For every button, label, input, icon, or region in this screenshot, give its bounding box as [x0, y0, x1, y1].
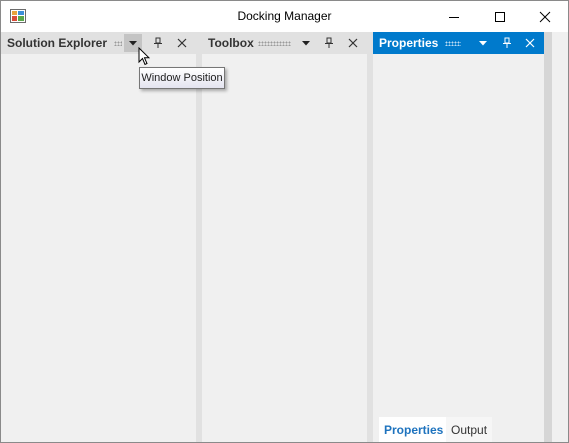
pin-button[interactable] [499, 35, 515, 51]
drag-grip[interactable] [258, 41, 291, 46]
window-position-button[interactable] [298, 35, 314, 51]
dock-area: Solution Explorer Toolbox Properties Pro… [1, 32, 568, 442]
bottom-tab-strip: Properties Output [373, 417, 544, 442]
properties-pane[interactable]: Properties Properties Output [373, 32, 544, 442]
maximize-button[interactable] [477, 1, 523, 32]
toolbox-header[interactable]: Toolbox [202, 32, 367, 54]
solution-explorer-header[interactable]: Solution Explorer [1, 32, 196, 54]
close-icon [525, 38, 535, 48]
pin-icon [503, 37, 511, 48]
docking-manager-window: Docking Manager Solution Explorer Toolbo… [0, 0, 569, 443]
pin-icon [154, 37, 162, 48]
close-button[interactable] [522, 1, 568, 32]
tooltip: Window Position [139, 67, 225, 89]
chevron-down-icon [129, 41, 137, 46]
properties-header[interactable]: Properties [373, 32, 544, 54]
toolbox-pane[interactable]: Toolbox [202, 32, 367, 442]
properties-title: Properties [379, 36, 439, 50]
mouse-cursor-icon [138, 47, 150, 66]
tab-properties[interactable]: Properties [379, 417, 449, 442]
pin-button[interactable] [321, 35, 337, 51]
close-pane-button[interactable] [345, 35, 361, 51]
toolbox-title: Toolbox [208, 36, 254, 50]
minimize-icon [449, 16, 459, 18]
title-bar[interactable]: Docking Manager [1, 1, 568, 32]
maximize-icon [495, 11, 505, 22]
close-icon [539, 11, 551, 22]
close-pane-button[interactable] [522, 35, 538, 51]
tab-output[interactable]: Output [446, 417, 493, 442]
close-pane-button[interactable] [174, 35, 190, 51]
solution-explorer-title: Solution Explorer [7, 36, 108, 50]
close-icon [177, 38, 187, 48]
close-icon [348, 38, 358, 48]
pane-splitter[interactable] [544, 32, 552, 442]
pin-button[interactable] [150, 35, 166, 51]
right-dock-edge [552, 32, 568, 442]
drag-grip[interactable] [114, 41, 122, 46]
window-position-button[interactable] [475, 35, 491, 51]
minimize-button[interactable] [431, 1, 477, 32]
solution-explorer-pane[interactable]: Solution Explorer [1, 32, 196, 442]
chevron-down-icon [479, 41, 487, 46]
drag-grip[interactable] [445, 41, 461, 46]
pin-icon [325, 37, 333, 48]
chevron-down-icon [302, 41, 310, 46]
